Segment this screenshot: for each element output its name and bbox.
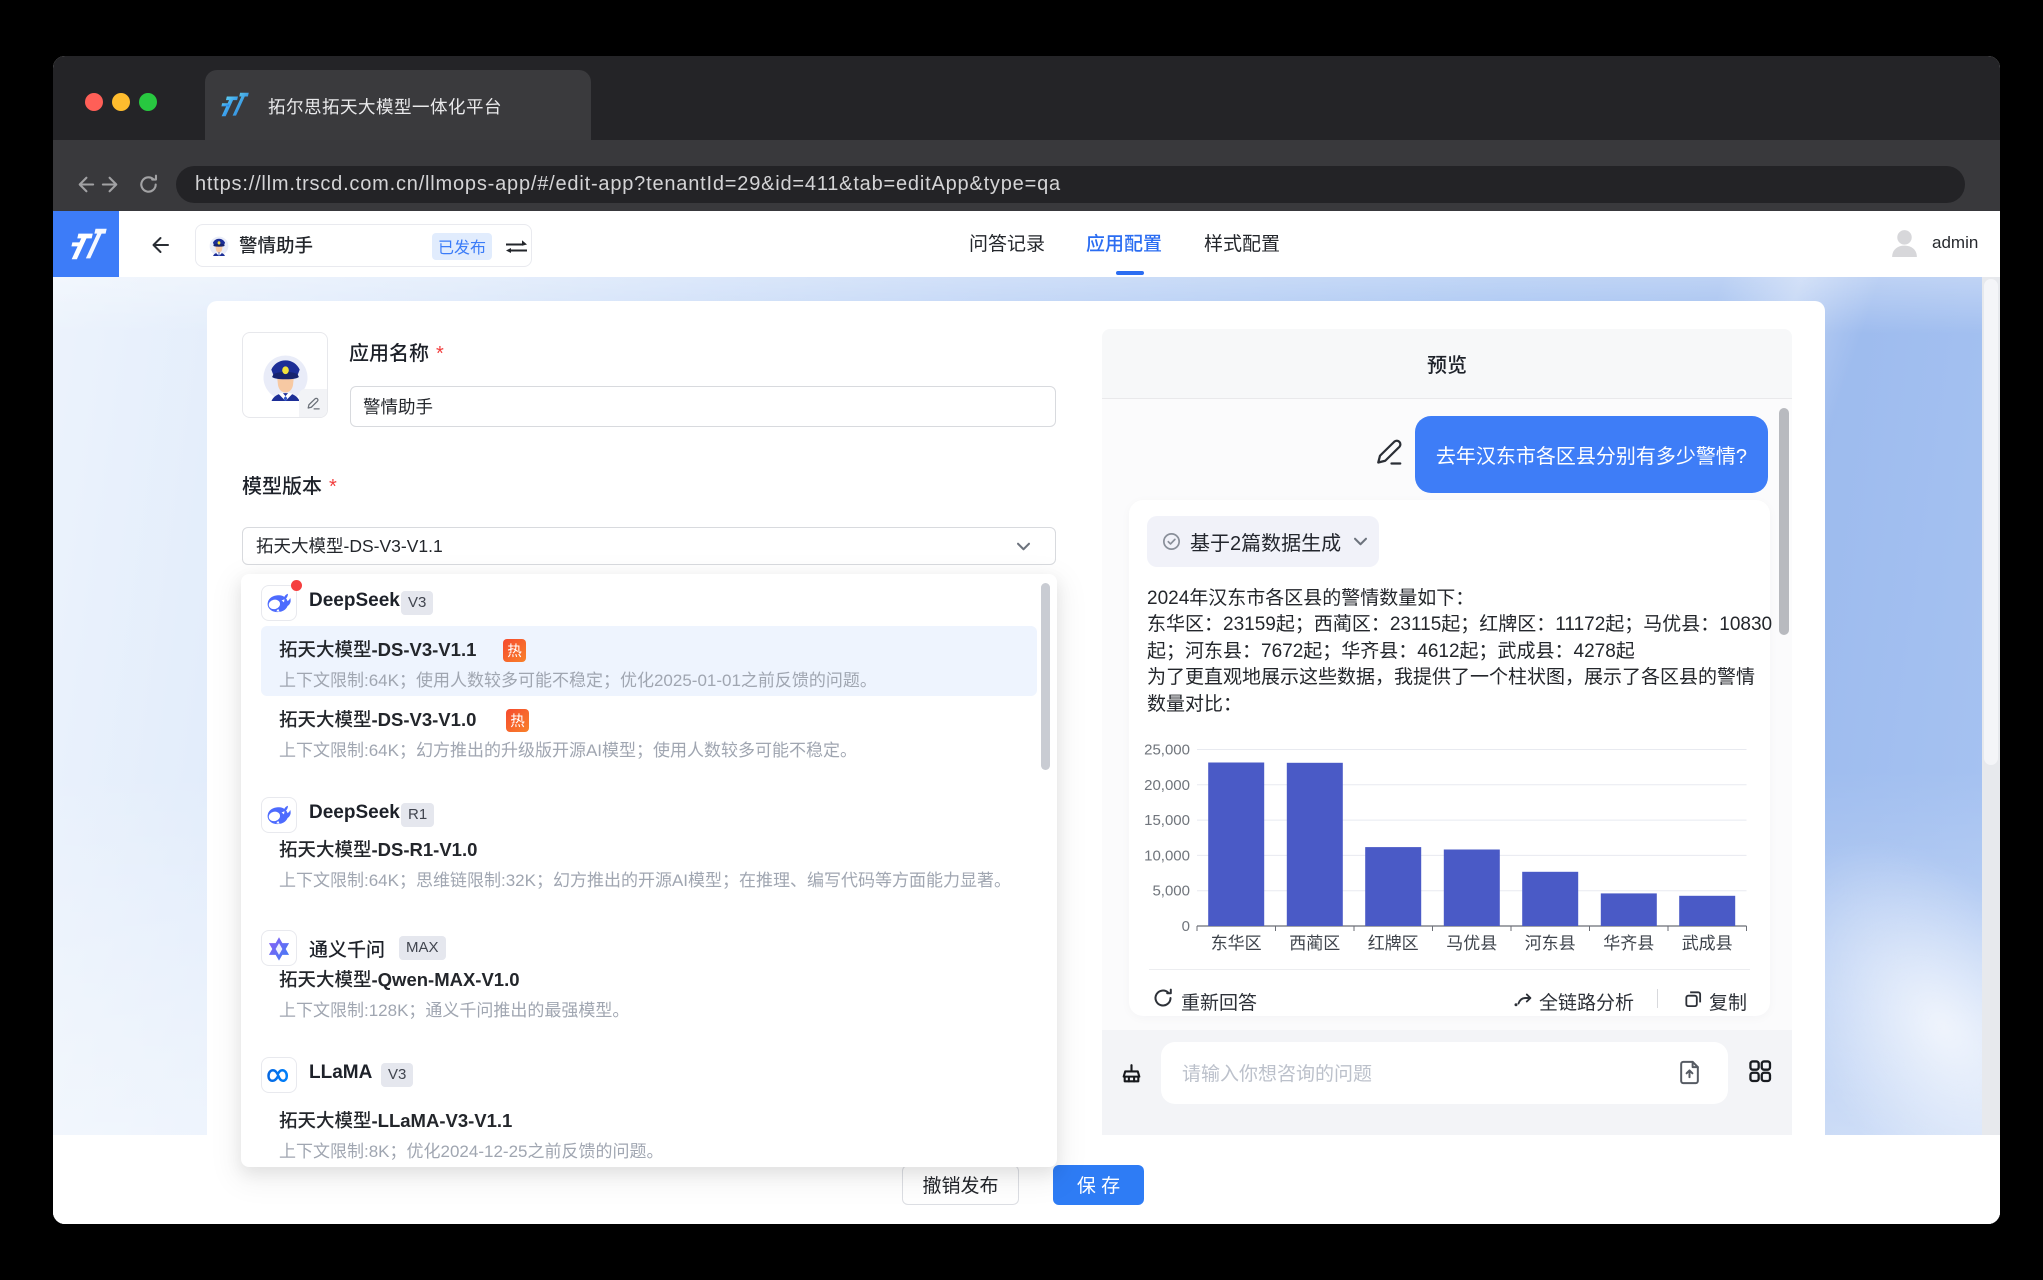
- svg-text:15,000: 15,000: [1144, 812, 1190, 829]
- svg-text:华齐县: 华齐县: [1603, 929, 1654, 954]
- svg-text:0: 0: [1182, 918, 1190, 935]
- svg-text:10,000: 10,000: [1144, 847, 1190, 864]
- svg-text:西蔺区: 西蔺区: [1289, 929, 1340, 954]
- svg-text:红牌区: 红牌区: [1368, 929, 1419, 954]
- svg-text:东华区: 东华区: [1211, 929, 1262, 954]
- svg-text:武成县: 武成县: [1682, 929, 1733, 954]
- svg-text:20,000: 20,000: [1144, 777, 1190, 794]
- svg-text:5,000: 5,000: [1152, 883, 1190, 900]
- svg-text:河东县: 河东县: [1525, 929, 1576, 954]
- svg-text:马优县: 马优县: [1446, 929, 1497, 954]
- svg-text:25,000: 25,000: [1144, 742, 1190, 759]
